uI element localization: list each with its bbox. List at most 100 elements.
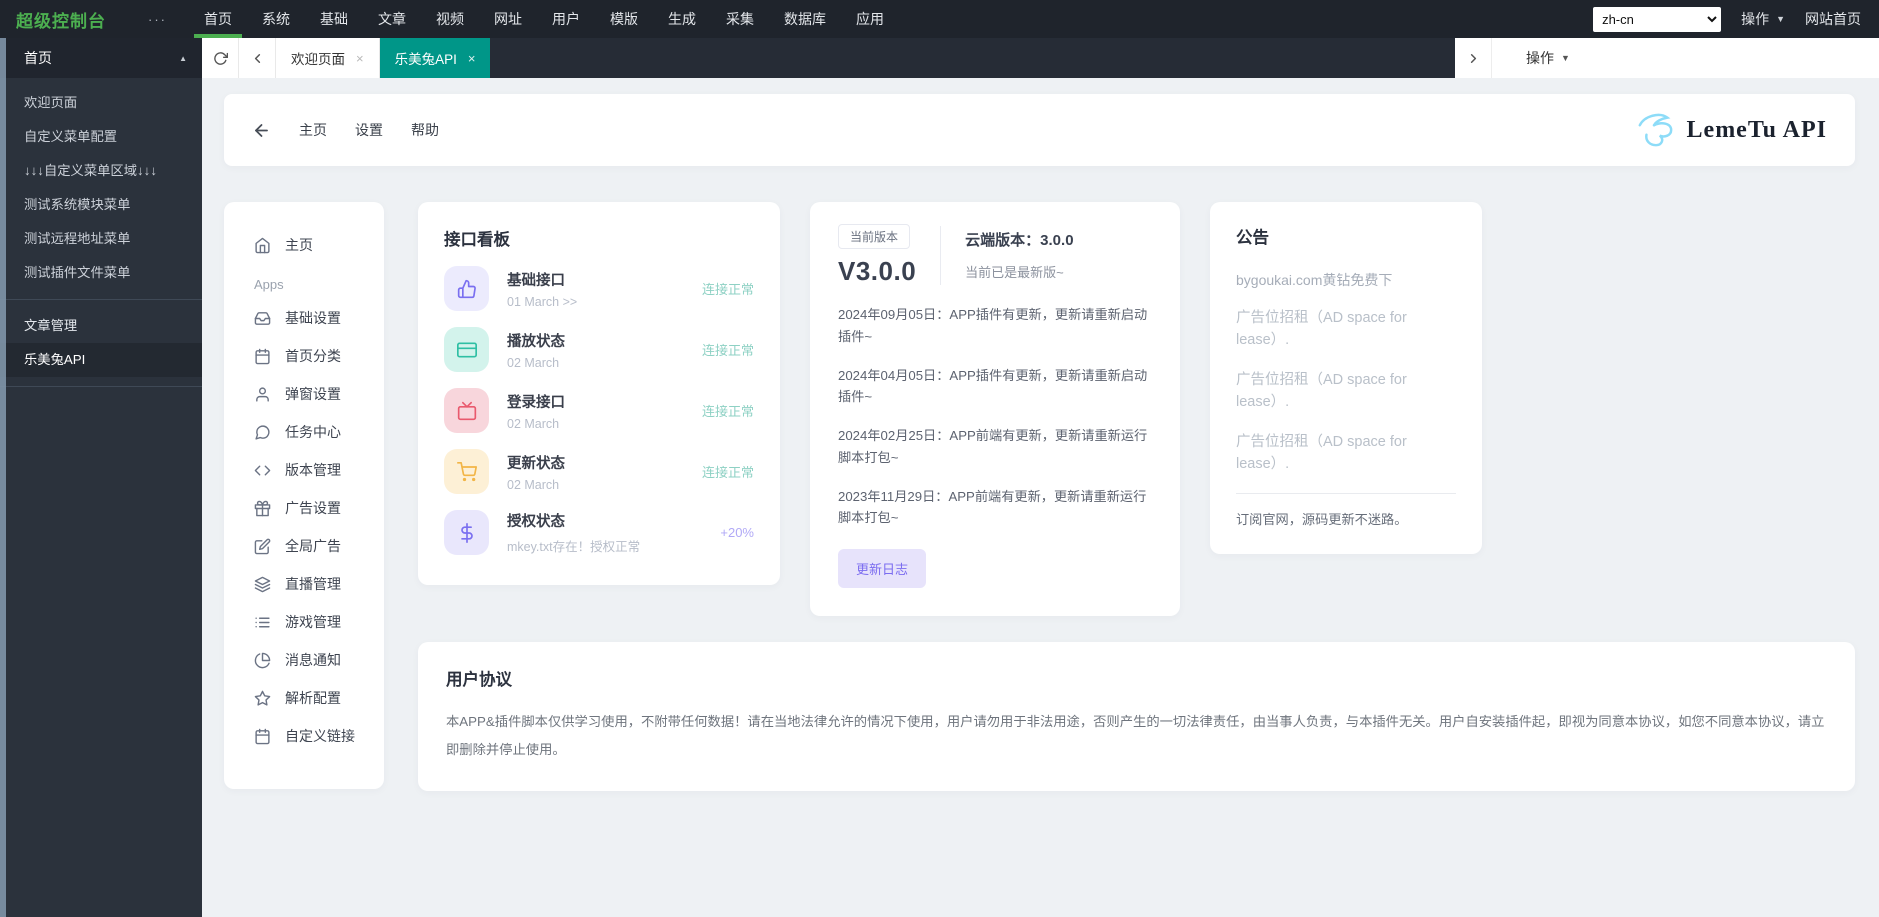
status-badge: 连接正常 bbox=[702, 279, 754, 298]
update-log-button[interactable]: 更新日志 bbox=[838, 549, 926, 588]
tab-lemetu-api[interactable]: 乐美兔API × bbox=[380, 38, 491, 78]
refresh-button[interactable] bbox=[202, 38, 239, 78]
sidebar-divider bbox=[0, 299, 202, 300]
menu-item-ad-settings[interactable]: 广告设置 bbox=[224, 489, 384, 527]
tab-actions-dropdown[interactable]: 操作 ▼ bbox=[1492, 48, 1570, 68]
sidebar-item-test-system-module[interactable]: 测试系统模块菜单 bbox=[0, 188, 202, 222]
update-log-entry: 2024年02月25日：APP前端有更新，更新请重新运行脚本打包~ bbox=[838, 425, 1152, 469]
language-select[interactable]: zh-cn bbox=[1593, 7, 1721, 32]
content-area: 主页 设置 帮助 LemeTu API 主页 bbox=[202, 78, 1879, 917]
status-badge: 连接正常 bbox=[702, 462, 754, 481]
sidebar-section-title: 首页 bbox=[24, 48, 52, 68]
board-row-update-status[interactable]: 更新状态 02 March 连接正常 bbox=[444, 449, 754, 494]
tab-label: 欢迎页面 bbox=[291, 48, 345, 68]
sidebar-scrollbar[interactable] bbox=[0, 38, 6, 917]
logo: LemeTu API bbox=[1633, 111, 1827, 149]
status-badge: 连接正常 bbox=[702, 401, 754, 420]
sidebar-item-test-plugin-file[interactable]: 测试插件文件菜单 bbox=[0, 256, 202, 290]
nav-item-basic[interactable]: 基础 bbox=[309, 0, 359, 38]
nav-action-label: 操作 bbox=[1741, 9, 1769, 29]
thumbs-up-icon bbox=[444, 266, 489, 311]
nav-item-generate[interactable]: 生成 bbox=[657, 0, 707, 38]
edit-icon bbox=[254, 538, 271, 555]
nav-item-app[interactable]: 应用 bbox=[845, 0, 895, 38]
menu-item-version-management[interactable]: 版本管理 bbox=[224, 451, 384, 489]
status-badge: 连接正常 bbox=[702, 340, 754, 359]
refresh-icon bbox=[213, 51, 228, 66]
menu-item-task-center[interactable]: 任务中心 bbox=[224, 413, 384, 451]
close-icon[interactable]: × bbox=[356, 51, 364, 66]
sidebar-item-custom-menu-config[interactable]: 自定义菜单配置 bbox=[0, 120, 202, 154]
sidebar-section-article[interactable]: 文章管理 bbox=[0, 309, 202, 343]
nav-more-icon[interactable]: ··· bbox=[148, 12, 167, 27]
nav-item-system[interactable]: 系统 bbox=[251, 0, 301, 38]
sidebar-section-home[interactable]: 首页 ▲ bbox=[0, 38, 202, 78]
app-brand: 超级控制台 bbox=[0, 7, 148, 32]
menu-item-custom-link[interactable]: 自定义链接 bbox=[224, 717, 384, 755]
board-row-basic-api[interactable]: 基础接口 01 March >> 连接正常 bbox=[444, 266, 754, 311]
nav-action-dropdown[interactable]: 操作 ▼ bbox=[1741, 9, 1785, 29]
menu-item-home-category[interactable]: 首页分类 bbox=[224, 337, 384, 375]
top-navbar: 超级控制台 ··· 首页 系统 基础 文章 视频 网址 用户 模版 生成 采集 … bbox=[0, 0, 1879, 38]
menu-item-parse-config[interactable]: 解析配置 bbox=[224, 679, 384, 717]
notice-footer: 订阅官网，源码更新不迷路。 bbox=[1236, 509, 1456, 528]
nav-item-database[interactable]: 数据库 bbox=[773, 0, 837, 38]
header-link-settings[interactable]: 设置 bbox=[355, 120, 383, 140]
menu-item-label: 广告设置 bbox=[285, 498, 341, 518]
agreement-title: 用户协议 bbox=[446, 666, 1827, 690]
menu-item-label: 弹窗设置 bbox=[285, 384, 341, 404]
menu-section-apps: Apps bbox=[224, 264, 384, 299]
board-row-license-status[interactable]: 授权状态 mkey.txt存在！授权正常 +20% bbox=[444, 510, 754, 555]
dollar-icon bbox=[444, 510, 489, 555]
sidebar-divider bbox=[0, 386, 202, 387]
header-link-help[interactable]: 帮助 bbox=[411, 120, 439, 140]
board-item-sub: mkey.txt存在！授权正常 bbox=[507, 536, 640, 555]
ad-space-line: 广告位招租（AD space for lease）. bbox=[1236, 431, 1456, 476]
vertical-divider bbox=[940, 226, 941, 285]
board-row-login-api[interactable]: 登录接口 02 March 连接正常 bbox=[444, 388, 754, 433]
gift-icon bbox=[254, 500, 271, 517]
code-icon bbox=[254, 462, 271, 479]
sidebar-item-custom-menu-zone[interactable]: ↓↓↓自定义菜单区域↓↓↓ bbox=[0, 154, 202, 188]
page-header: 主页 设置 帮助 LemeTu API bbox=[224, 94, 1855, 166]
menu-item-popup-settings[interactable]: 弹窗设置 bbox=[224, 375, 384, 413]
calendar-icon bbox=[254, 348, 271, 365]
menu-item-global-ads[interactable]: 全局广告 bbox=[224, 527, 384, 565]
rabbit-logo-icon bbox=[1633, 111, 1677, 149]
nav-item-user[interactable]: 用户 bbox=[541, 0, 591, 38]
layers-icon bbox=[254, 576, 271, 593]
tab-welcome[interactable]: 欢迎页面 × bbox=[276, 38, 380, 78]
menu-item-game-management[interactable]: 游戏管理 bbox=[224, 603, 384, 641]
nav-item-home[interactable]: 首页 bbox=[193, 0, 243, 38]
tabs-scroll-right-button[interactable] bbox=[1455, 38, 1492, 78]
nav-item-video[interactable]: 视频 bbox=[425, 0, 475, 38]
menu-item-label: 首页分类 bbox=[285, 346, 341, 366]
nav-item-url[interactable]: 网址 bbox=[483, 0, 533, 38]
nav-item-collect[interactable]: 采集 bbox=[715, 0, 765, 38]
sidebar-item-test-remote-address[interactable]: 测试远程地址菜单 bbox=[0, 222, 202, 256]
menu-item-label: 任务中心 bbox=[285, 422, 341, 442]
back-button[interactable] bbox=[252, 121, 271, 140]
board-row-play-status[interactable]: 播放状态 02 March 连接正常 bbox=[444, 327, 754, 372]
menu-item-home[interactable]: 主页 bbox=[224, 226, 384, 264]
nav-item-article[interactable]: 文章 bbox=[367, 0, 417, 38]
board-item-name: 播放状态 bbox=[507, 330, 565, 351]
menu-item-basic-settings[interactable]: 基础设置 bbox=[224, 299, 384, 337]
notice-title: 公告 bbox=[1236, 224, 1456, 248]
pie-chart-icon bbox=[254, 652, 271, 669]
tabs-scroll-left-button[interactable] bbox=[239, 38, 276, 78]
tv-icon bbox=[444, 388, 489, 433]
sidebar-item-lemetu-api[interactable]: 乐美兔API bbox=[0, 343, 202, 377]
menu-item-label: 解析配置 bbox=[285, 688, 341, 708]
version-card: 当前版本 V3.0.0 云端版本：3.0.0 当前已是最新版~ 2024年09月… bbox=[810, 202, 1180, 616]
site-home-link[interactable]: 网站首页 bbox=[1805, 9, 1861, 29]
nav-item-template[interactable]: 模版 bbox=[599, 0, 649, 38]
header-link-home[interactable]: 主页 bbox=[299, 120, 327, 140]
calendar-icon bbox=[254, 728, 271, 745]
menu-item-live-management[interactable]: 直播管理 bbox=[224, 565, 384, 603]
sidebar-item-welcome[interactable]: 欢迎页面 bbox=[0, 86, 202, 120]
menu-item-message-notice[interactable]: 消息通知 bbox=[224, 641, 384, 679]
menu-item-label: 直播管理 bbox=[285, 574, 341, 594]
close-icon[interactable]: × bbox=[468, 51, 476, 66]
chevron-right-icon bbox=[1466, 51, 1481, 66]
